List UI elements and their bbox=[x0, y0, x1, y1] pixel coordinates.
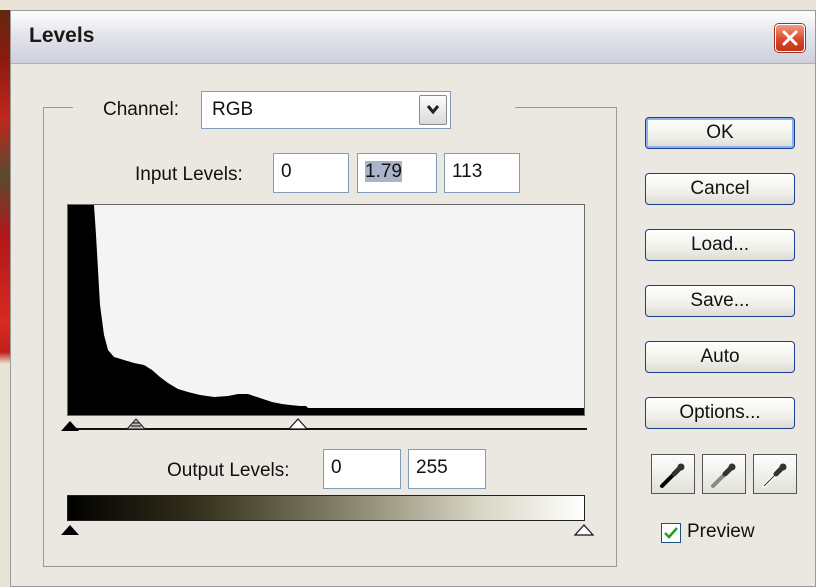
channel-dropdown-button[interactable] bbox=[419, 95, 447, 125]
input-black-value: 0 bbox=[281, 161, 292, 182]
cancel-button[interactable]: Cancel bbox=[645, 173, 795, 205]
output-black-value: 0 bbox=[331, 457, 342, 478]
output-gradient-bar bbox=[67, 495, 585, 521]
title-bar[interactable]: Levels bbox=[11, 11, 815, 64]
input-white-value: 113 bbox=[452, 161, 483, 182]
output-white-value: 255 bbox=[416, 457, 448, 478]
white-point-eyedropper-icon bbox=[762, 463, 787, 488]
preview-label: Preview bbox=[687, 521, 755, 542]
histogram-graph bbox=[68, 205, 584, 415]
white-eyedropper-button[interactable] bbox=[753, 454, 797, 494]
histogram bbox=[67, 204, 585, 416]
input-white-slider[interactable] bbox=[287, 417, 309, 431]
preview-checkbox[interactable] bbox=[661, 523, 681, 543]
input-gamma-slider[interactable] bbox=[125, 417, 147, 431]
histogram-fill bbox=[68, 205, 584, 415]
background-strip bbox=[0, 0, 816, 10]
checkmark-icon bbox=[664, 527, 678, 539]
auto-button[interactable]: Auto bbox=[645, 341, 795, 373]
ok-button[interactable]: OK bbox=[645, 117, 795, 149]
input-white-field[interactable]: 113 bbox=[444, 153, 520, 193]
chevron-down-icon bbox=[426, 105, 440, 115]
output-white-slider[interactable] bbox=[573, 523, 595, 537]
options-button[interactable]: Options... bbox=[645, 397, 795, 429]
window-title: Levels bbox=[29, 24, 95, 47]
close-icon bbox=[782, 30, 798, 46]
input-gamma-value: 1.79 bbox=[365, 161, 402, 182]
load-button[interactable]: Load... bbox=[645, 229, 795, 261]
save-button[interactable]: Save... bbox=[645, 285, 795, 317]
output-white-field[interactable]: 255 bbox=[408, 449, 486, 489]
channel-value: RGB bbox=[212, 99, 254, 120]
output-black-field[interactable]: 0 bbox=[323, 449, 401, 489]
black-point-eyedropper-icon bbox=[660, 463, 685, 488]
gray-point-eyedropper-icon bbox=[711, 463, 736, 488]
output-black-slider[interactable] bbox=[59, 523, 81, 537]
gray-eyedropper-button[interactable] bbox=[702, 454, 746, 494]
channel-select[interactable]: RGB bbox=[201, 91, 451, 129]
input-gamma-field[interactable]: 1.79 bbox=[357, 153, 437, 193]
input-levels-label: Input Levels: bbox=[135, 164, 243, 185]
channel-label: Channel: bbox=[103, 99, 180, 120]
input-black-slider[interactable] bbox=[59, 419, 81, 433]
close-button[interactable] bbox=[775, 24, 805, 52]
input-black-field[interactable]: 0 bbox=[273, 153, 349, 193]
black-eyedropper-button[interactable] bbox=[651, 454, 695, 494]
levels-dialog: Levels Channel: RGB Input Levels: 0 1.79… bbox=[10, 10, 816, 587]
output-levels-label: Output Levels: bbox=[167, 460, 290, 481]
